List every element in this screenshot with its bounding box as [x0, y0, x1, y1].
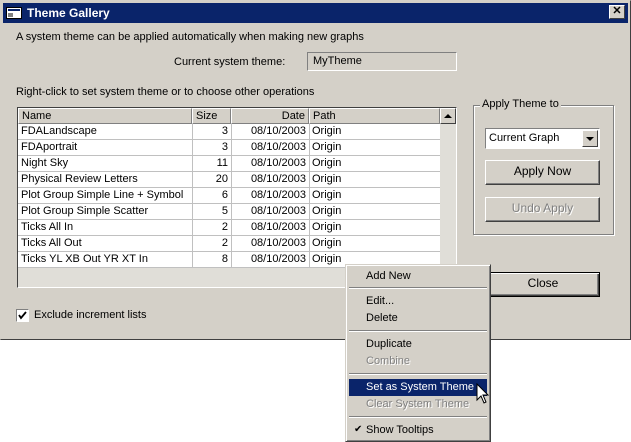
mouse-pointer-icon [476, 383, 490, 404]
exclude-increment-label[interactable]: Exclude increment lists [34, 309, 147, 321]
cell-path: Origin [312, 125, 342, 137]
menu-item-show-tooltips-label: Show Tooltips [366, 424, 434, 436]
column-header-date[interactable]: Date [231, 108, 309, 124]
cell-date: 08/10/2003 [250, 173, 306, 185]
cell-size: 8 [221, 253, 228, 265]
menu-item-combine[interactable]: Combine [349, 353, 487, 370]
table-row[interactable]: Ticks All In 2 08/10/2003 Origin [18, 220, 440, 236]
cell-path: Origin [312, 221, 342, 233]
apply-now-button[interactable]: Apply Now [485, 160, 600, 185]
cell-path: Origin [312, 189, 342, 201]
cell-size: 11 [216, 157, 228, 169]
table-row[interactable]: FDALandscape 3 08/10/2003 Origin [18, 124, 440, 140]
column-header-path[interactable]: Path [309, 108, 440, 124]
check-icon [18, 311, 27, 320]
menu-separator [349, 416, 487, 418]
cell-path: Origin [312, 237, 342, 249]
current-theme-label: Current system theme: [174, 56, 286, 68]
table-row[interactable]: FDAportrait 3 08/10/2003 Origin [18, 140, 440, 156]
menu-item-add-new[interactable]: Add New [349, 268, 487, 285]
cell-date: 08/10/2003 [250, 157, 306, 169]
undo-apply-button[interactable]: Undo Apply [485, 197, 600, 222]
cell-name: FDALandscape [21, 125, 97, 137]
menu-item-set-system-theme[interactable]: Set as System Theme [349, 379, 487, 396]
column-header-name[interactable]: Name [18, 108, 192, 124]
menu-item-clear-system-theme[interactable]: Clear System Theme [349, 396, 487, 413]
current-theme-field: MyTheme [307, 52, 457, 71]
table-row[interactable]: Plot Group Simple Scatter 5 08/10/2003 Orig… [18, 204, 440, 220]
cell-size: 2 [221, 237, 228, 249]
cell-name: Plot Group Simple Scatter [21, 205, 149, 217]
window-title: Theme Gallery [27, 6, 110, 20]
cell-size: 3 [221, 141, 228, 153]
vertical-scrollbar[interactable] [440, 108, 456, 287]
cell-date: 08/10/2003 [250, 205, 306, 217]
table-row[interactable]: Physical Review Letters 20 08/10/2003 Origi… [18, 172, 440, 188]
cell-size: 6 [221, 189, 228, 201]
apply-target-value: Current Graph [489, 132, 560, 144]
theme-list[interactable]: Name Size Date Path FDALandscape 3 08/10/2… [17, 107, 457, 288]
close-button[interactable]: Close [486, 272, 600, 297]
cell-size: 2 [221, 221, 228, 233]
theme-gallery-dialog: Theme Gallery ✕ A system theme can be ap… [0, 0, 631, 340]
context-menu: Add New Edit... Delete Duplicate Combine… [345, 264, 491, 442]
check-icon: ✔ [354, 424, 363, 435]
cell-path: Origin [312, 157, 342, 169]
cell-date: 08/10/2003 [250, 253, 306, 265]
close-icon[interactable]: ✕ [609, 5, 625, 19]
table-row[interactable]: Ticks All Out 2 08/10/2003 Origin [18, 236, 440, 252]
cell-date: 08/10/2003 [250, 141, 306, 153]
instructions-text: Right-click to set system theme or to ch… [16, 86, 315, 98]
cell-date: 08/10/2003 [250, 125, 306, 137]
cell-name: FDAportrait [21, 141, 78, 153]
cell-name: Physical Review Letters [21, 173, 138, 185]
menu-separator [349, 330, 487, 332]
dropdown-arrow-icon[interactable] [582, 130, 598, 147]
table-row[interactable]: Night Sky 11 08/10/2003 Origin [18, 156, 440, 172]
cell-size: 20 [215, 173, 228, 185]
cell-size: 5 [221, 205, 228, 217]
exclude-increment-checkbox[interactable] [16, 309, 29, 322]
cell-name: Ticks YL XB Out YR XT In [21, 253, 148, 265]
cell-path: Origin [312, 205, 342, 217]
cell-path: Origin [312, 173, 342, 185]
cell-date: 08/10/2003 [250, 237, 306, 249]
column-header-size[interactable]: Size [192, 108, 231, 124]
menu-item-duplicate[interactable]: Duplicate [349, 336, 487, 353]
cell-date: 08/10/2003 [250, 189, 306, 201]
list-header: Name Size Date Path [18, 108, 440, 124]
table-row[interactable]: Plot Group Simple Line + Symbol 6 08/10/20… [18, 188, 440, 204]
cell-path: Origin [312, 141, 342, 153]
apply-target-combo[interactable]: Current Graph [485, 128, 600, 149]
menu-item-edit[interactable]: Edit... [349, 293, 487, 310]
menu-separator [349, 287, 487, 289]
menu-item-delete[interactable]: Delete [349, 310, 487, 327]
apply-theme-group-label: Apply Theme to [480, 98, 561, 110]
cell-name: Plot Group Simple Line + Symbol [21, 189, 184, 201]
cell-name: Ticks All In [21, 221, 74, 233]
title-bar[interactable]: Theme Gallery ✕ [3, 3, 628, 23]
cell-name: Ticks All Out [21, 237, 82, 249]
menu-item-show-tooltips[interactable]: ✔ Show Tooltips [349, 422, 487, 439]
cell-date: 08/10/2003 [250, 221, 306, 233]
menu-separator [349, 373, 487, 375]
cell-name: Night Sky [21, 157, 69, 169]
intro-text: A system theme can be applied automatica… [16, 31, 364, 43]
scroll-up-arrow-icon[interactable] [440, 108, 456, 124]
theme-gallery-icon [6, 7, 22, 19]
cell-size: 3 [221, 125, 228, 137]
